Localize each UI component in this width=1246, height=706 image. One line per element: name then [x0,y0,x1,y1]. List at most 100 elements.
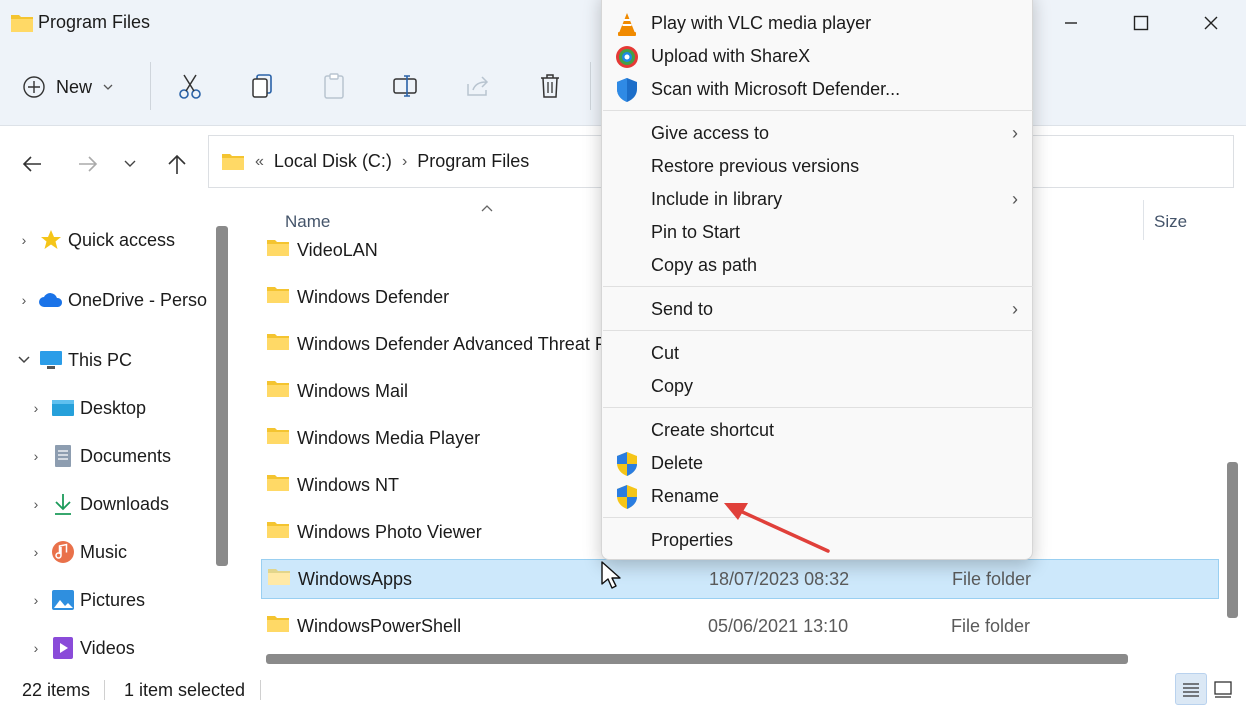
folder-icon [266,520,290,545]
status-bar: 22 items 1 item selected [0,670,1246,706]
folder-icon [266,285,290,310]
sidebar-item-label: Desktop [80,397,147,418]
file-name: WindowsApps [298,568,413,589]
monitor-icon [38,347,64,373]
sidebar-item-label: Music [80,541,128,562]
folder-icon [266,426,290,451]
breadcrumb-overflow[interactable]: « [255,153,264,171]
sort-ascending-icon [480,200,494,218]
sidebar-item-downloads[interactable]: › Downloads [26,484,169,524]
share-icon[interactable] [462,70,494,102]
folder-icon [10,12,34,39]
sidebar-item-label: Quick access [68,229,176,250]
plus-circle-icon [23,76,45,98]
column-header-size[interactable]: Size [1154,212,1187,232]
toolbar-divider [150,62,151,110]
maximize-icon[interactable] [1106,0,1176,46]
sidebar-item-videos[interactable]: › Videos [26,628,135,668]
folder-icon [266,238,290,263]
menu-item-label: Properties [651,530,734,550]
menu-item-label: Create shortcut [651,420,775,440]
status-divider [104,680,105,700]
chevron-right-icon[interactable]: › [14,292,34,308]
back-arrow-icon[interactable] [18,150,46,178]
sidebar-item-label: OneDrive - Perso [68,289,208,310]
chevron-right-icon[interactable]: › [26,640,46,656]
cut-icon[interactable] [174,70,206,102]
videos-icon [50,635,76,661]
menu-item-scan-defender[interactable]: Scan with Microsoft Defender... [602,73,1032,106]
menu-item-label: Include in library [651,189,783,209]
menu-item-upload-sharex[interactable]: Upload with ShareX [602,40,1032,73]
breadcrumb-local-disk[interactable]: Local Disk (C:) [274,151,392,172]
minimize-icon[interactable] [1036,0,1106,46]
forward-arrow-icon[interactable] [74,150,102,178]
chevron-right-icon[interactable]: › [26,592,46,608]
status-divider [260,680,261,700]
sidebar-scrollbar-thumb[interactable] [216,226,228,566]
menu-item-properties[interactable]: Properties [602,524,1032,557]
close-icon[interactable] [1176,0,1246,46]
menu-item-label: Restore previous versions [651,156,860,176]
menu-item-delete[interactable]: Delete [602,447,1032,480]
breadcrumb-program-files[interactable]: Program Files [417,151,529,172]
sidebar-item-this-pc[interactable]: This PC [14,340,132,380]
menu-item-restore-versions[interactable]: Restore previous versions [602,150,1032,183]
menu-item-label: Play with VLC media player [651,13,872,33]
chevron-down-icon[interactable] [14,352,34,368]
rename-icon[interactable] [390,70,422,102]
menu-separator [603,407,1033,408]
sidebar-item-music[interactable]: › Music [26,532,127,572]
breadcrumb-separator-icon: › [401,152,408,170]
menu-item-send-to[interactable]: Send to › [602,293,1032,326]
window-title: Program Files [38,12,151,32]
menu-item-label: Rename [651,486,720,506]
column-header-name[interactable]: Name [285,212,330,232]
sidebar-item-onedrive[interactable]: › OneDrive - Perso [14,280,208,320]
menu-item-rename[interactable]: Rename [602,480,1032,513]
menu-item-cut[interactable]: Cut [602,337,1032,370]
chevron-right-icon[interactable]: › [14,232,34,248]
new-button[interactable]: New [22,68,114,106]
chevron-right-icon[interactable]: › [26,544,46,560]
paste-icon[interactable] [318,70,350,102]
sidebar-item-desktop[interactable]: › Desktop [26,388,146,428]
menu-item-label: Send to [651,299,714,319]
menu-item-create-shortcut[interactable]: Create shortcut [602,414,1032,447]
details-view-icon[interactable] [1175,673,1207,705]
sidebar-item-label: This PC [68,349,133,370]
chevron-right-icon[interactable]: › [26,400,46,416]
selection-count: 1 item selected [124,680,246,700]
folder-icon [266,332,290,357]
chevron-right-icon[interactable]: › [26,448,46,464]
menu-item-label: Copy as path [651,255,758,275]
sidebar-item-label: Downloads [80,493,170,514]
sidebar-item-documents[interactable]: › Documents [26,436,171,476]
menu-separator [603,517,1033,518]
chevron-down-icon [103,84,113,90]
list-item-selected[interactable]: WindowsApps 18/07/2023 08:32 File folder [261,559,1219,599]
pictures-icon [50,587,76,613]
menu-item-pin-start[interactable]: Pin to Start [602,216,1032,249]
menu-item-copy-path[interactable]: Copy as path [602,249,1032,282]
vertical-scrollbar-thumb[interactable] [1227,462,1238,618]
delete-icon[interactable] [534,70,566,102]
context-menu: Play with VLC media player Upload with S… [601,0,1033,560]
horizontal-scrollbar-thumb[interactable] [266,654,1128,664]
large-icons-view-icon[interactable] [1207,673,1239,705]
menu-separator [603,110,1033,111]
list-item[interactable]: WindowsPowerShell 05/06/2021 13:10 File … [261,606,1219,646]
menu-item-give-access[interactable]: Give access to › [602,117,1032,150]
toolbar-divider [590,62,591,110]
menu-item-copy[interactable]: Copy [602,370,1032,403]
recent-locations-chevron-icon[interactable] [116,150,144,178]
sidebar-item-quick-access[interactable]: › Quick access [14,220,175,260]
menu-item-play-vlc[interactable]: Play with VLC media player [602,7,1032,40]
sidebar-item-pictures[interactable]: › Pictures [26,580,145,620]
menu-item-include-library[interactable]: Include in library › [602,183,1032,216]
defender-shield-icon [614,77,640,103]
copy-icon[interactable] [246,70,278,102]
up-arrow-icon[interactable] [163,150,191,178]
menu-item-label: Cut [651,343,680,363]
chevron-right-icon[interactable]: › [26,496,46,512]
